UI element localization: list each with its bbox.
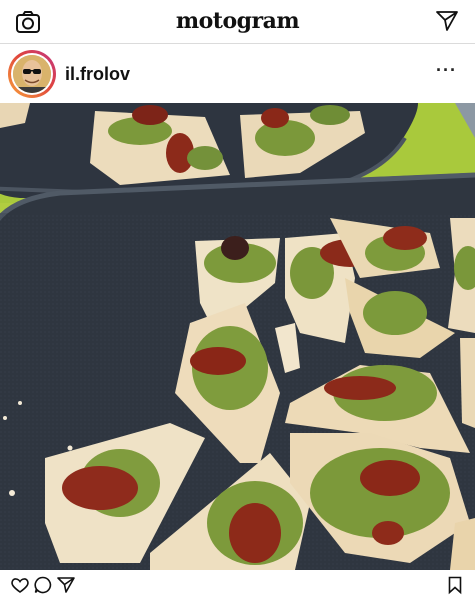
post-actions bbox=[0, 570, 475, 600]
paper-plane-icon[interactable] bbox=[435, 9, 459, 33]
comment-icon[interactable] bbox=[33, 575, 53, 595]
paper-plane-icon[interactable] bbox=[56, 575, 76, 595]
avatar[interactable] bbox=[8, 50, 56, 98]
username[interactable]: il.frolov bbox=[65, 64, 130, 85]
top-bar: motogram bbox=[0, 0, 475, 44]
post-image[interactable] bbox=[0, 103, 475, 570]
app-logo: motogram bbox=[175, 8, 300, 34]
heart-icon[interactable] bbox=[10, 575, 30, 595]
bookmark-icon[interactable] bbox=[445, 575, 465, 595]
post-header: il.frolov ··· bbox=[0, 44, 475, 103]
more-options-button[interactable]: ··· bbox=[436, 60, 457, 81]
